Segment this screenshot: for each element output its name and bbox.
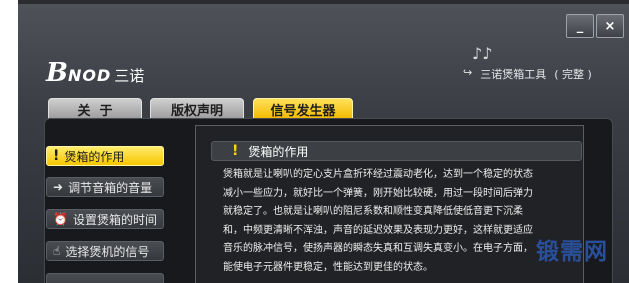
hand-pointer-icon: ☝	[53, 244, 61, 258]
volume-icon: ➜	[53, 180, 64, 194]
tool-name: 三诺煲箱工具	[480, 68, 547, 81]
close-button[interactable]: ×	[596, 14, 624, 38]
sidebar-item-partial[interactable]	[46, 273, 164, 283]
tab-about-label: 关 于	[77, 103, 113, 119]
music-notes-icon: ♪♪	[472, 44, 493, 63]
tool-edition: ( 完整 )	[554, 68, 592, 81]
tab-copyright[interactable]: 版权声明	[150, 98, 244, 119]
sidebar-item-select-signal[interactable]: ☝ 选择煲机的信号	[46, 241, 164, 261]
minimize-icon: _	[576, 18, 584, 34]
brand-logo: B NOD 三诺	[46, 58, 144, 88]
alarm-clock-icon: ⏰	[53, 212, 68, 226]
tool-title: ↪ 三诺煲箱工具 ( 完整 )	[463, 66, 592, 82]
close-icon: ×	[604, 18, 616, 34]
exclamation-icon: !	[53, 148, 60, 164]
sidebar-item-label: 选择煲机的信号	[65, 244, 150, 259]
tab-signal-generator[interactable]: 信号发生器	[253, 98, 353, 119]
tab-about[interactable]: 关 于	[48, 98, 142, 119]
content-title: 煲箱的作用	[248, 144, 309, 159]
arrow-icon: ↪	[463, 66, 473, 79]
sidebar-item-burn-in-purpose[interactable]: ! 煲箱的作用	[46, 146, 164, 166]
sidebar-item-label: 调节音箱的音量	[68, 180, 153, 195]
exclamation-icon: !	[232, 143, 239, 159]
logo-b: B	[46, 58, 68, 88]
logo-cn: 三诺	[114, 67, 145, 85]
logo-nod: NOD	[67, 66, 112, 85]
window-top-edge	[18, 0, 629, 4]
minimize-button[interactable]: _	[566, 14, 594, 38]
content-title-bar: ! 煲箱的作用	[211, 141, 582, 161]
app-window: _ × B NOD 三诺 ♪♪ ↪ 三诺煲箱工具 ( 完整 ) 关 于 版权声明…	[18, 0, 629, 283]
content-body: 煲箱就是让喇叭的定心支片盒折环经过震动老化，达到一个稳定的状态 减小一些应力，就…	[223, 169, 533, 273]
tab-signal-generator-label: 信号发生器	[270, 103, 336, 119]
watermark-text: 锻需网	[536, 238, 608, 265]
tab-copyright-label: 版权声明	[170, 103, 223, 119]
sidebar-item-adjust-volume[interactable]: ➜ 调节音箱的音量	[46, 177, 164, 197]
sidebar-item-label: 设置煲箱的时间	[72, 212, 157, 227]
sidebar-item-set-time[interactable]: ⏰ 设置煲箱的时间	[46, 209, 164, 229]
sidebar-item-label: 煲箱的作用	[64, 149, 125, 164]
